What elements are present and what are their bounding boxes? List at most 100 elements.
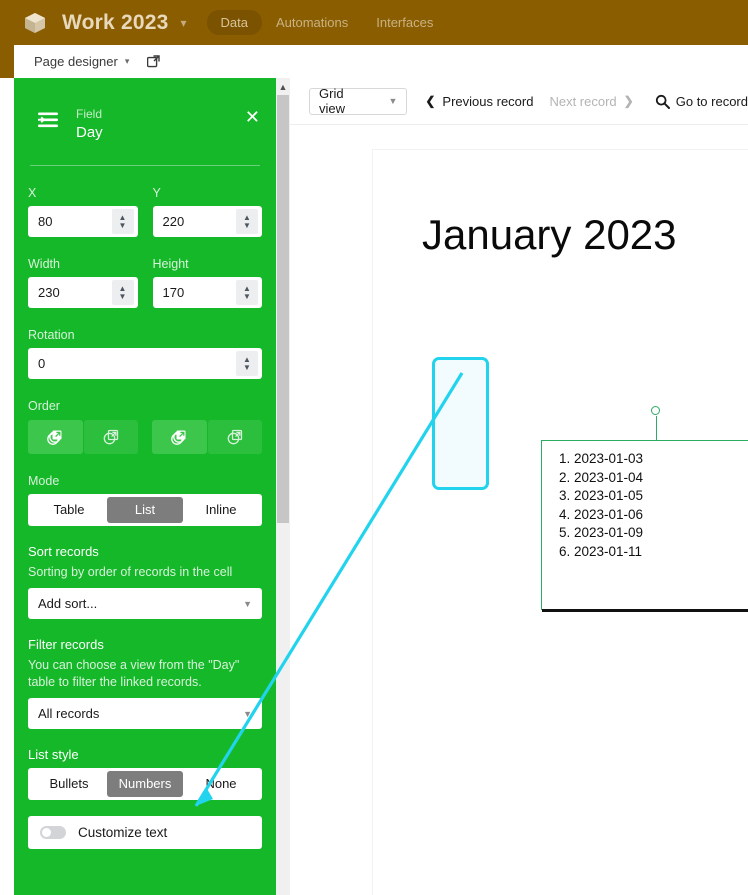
chevron-up-icon[interactable]: ▲ — [276, 78, 290, 95]
list-style-option-none[interactable]: None — [183, 771, 259, 797]
main-content: Grid view ▼ ❮ Previous record Next recor… — [290, 78, 748, 895]
customize-text-row[interactable]: Customize text — [28, 816, 262, 849]
field-properties-panel: Field Day ✕ X 80 ▲ ▼ Y 220 ▲ ▼ Width 230… — [14, 78, 276, 895]
height-label: Height — [152, 257, 189, 271]
next-record-button[interactable]: Next record ❯ — [549, 94, 633, 109]
size-row: Width 230 ▲ ▼ Height 170 ▲ ▼ — [28, 237, 262, 308]
view-select[interactable]: Grid view ▼ — [309, 86, 408, 116]
chevron-down-icon[interactable]: ▾ — [125, 57, 130, 66]
list-item: 2023-01-04 — [574, 469, 643, 488]
height-input[interactable]: 170 ▲ ▼ — [152, 277, 262, 308]
panel-header: Field Day ✕ — [14, 78, 276, 143]
x-value: 80 — [38, 214, 53, 229]
go-to-record-button[interactable]: Go to record — [655, 94, 748, 109]
width-input[interactable]: 230 ▲ ▼ — [28, 277, 138, 308]
list-item: 2023-01-05 — [574, 487, 643, 506]
mode-option-table[interactable]: Table — [31, 497, 107, 523]
sort-records-label: Sort records — [28, 544, 99, 559]
y-input[interactable]: 220 ▲ ▼ — [152, 206, 262, 237]
bring-forward-icon[interactable] — [83, 420, 138, 454]
add-sort-select[interactable]: Add sort... ▼ — [28, 588, 262, 619]
customize-text-toggle[interactable] — [40, 826, 66, 839]
panel-scrollbar[interactable]: ▲ — [276, 78, 290, 895]
y-value: 220 — [162, 214, 185, 229]
height-value: 170 — [162, 285, 185, 300]
chevron-down-icon[interactable]: ▾ — [180, 17, 186, 29]
chevron-down-icon: ▼ — [243, 708, 252, 719]
search-icon — [655, 94, 670, 109]
top-bar: Work 2023 ▾ Data Automations Interfaces — [0, 0, 748, 45]
field-link-icon — [38, 110, 60, 135]
chevron-down-icon: ▼ — [388, 96, 398, 106]
x-input[interactable]: 80 ▲ ▼ — [28, 206, 138, 237]
external-link-icon[interactable] — [147, 55, 161, 68]
cube-icon — [22, 11, 48, 35]
list-style-option-bullets[interactable]: Bullets — [31, 771, 107, 797]
chevron-down-icon: ▼ — [243, 598, 252, 609]
page-title[interactable]: January 2023 — [422, 211, 677, 259]
add-sort-value: Add sort... — [38, 596, 98, 611]
x-stepper[interactable]: ▲ ▼ — [111, 209, 134, 234]
tab-interfaces[interactable]: Interfaces — [362, 10, 447, 35]
list-item: 2023-01-03 — [574, 450, 643, 469]
width-value: 230 — [38, 285, 60, 300]
chevron-right-icon: ❯ — [623, 94, 634, 108]
view-select-value: Grid view — [319, 86, 346, 116]
list-item: 2023-01-11 — [574, 543, 643, 562]
previous-record-label: Previous record — [442, 93, 534, 109]
send-backward-icon[interactable] — [207, 420, 262, 454]
rotation-value: 0 — [38, 356, 46, 371]
top-nav-tabs: Data Automations Interfaces — [206, 10, 448, 35]
send-to-back-icon[interactable] — [152, 420, 207, 454]
list-item: 2023-01-09 — [574, 524, 643, 543]
list-style-segmented-control: Bullets Numbers None — [28, 768, 262, 800]
chevron-left-icon: ❮ — [425, 94, 436, 108]
list-item: 2023-01-06 — [574, 506, 643, 525]
height-stepper[interactable]: ▲ ▼ — [236, 280, 258, 305]
app-title[interactable]: Work 2023 — [62, 11, 168, 35]
record-toolbar: Grid view ▼ ❮ Previous record Next recor… — [290, 78, 748, 125]
panel-field-name: Day — [76, 124, 103, 141]
panel-field-label: Field — [76, 107, 103, 121]
designer-canvas-page[interactable]: January 2023 2023-01-03 2023-01-04 2023-… — [373, 150, 748, 895]
list-content: 2023-01-03 2023-01-04 2023-01-05 2023-01… — [552, 450, 643, 561]
customize-text-label: Customize text — [78, 825, 168, 840]
previous-record-button[interactable]: ❮ Previous record — [425, 94, 533, 109]
scrollbar-thumb[interactable] — [277, 95, 289, 523]
width-label: Width — [28, 257, 60, 271]
mode-label: Mode — [28, 474, 60, 488]
position-row: X 80 ▲ ▼ Y 220 ▲ ▼ — [28, 166, 262, 237]
mode-option-inline[interactable]: Inline — [183, 497, 259, 523]
element-bottom-edge — [542, 609, 748, 612]
x-label: X — [28, 186, 37, 200]
rotation-input[interactable]: 0 ▲ ▼ — [28, 348, 262, 379]
sort-records-help: Sorting by order of records in the cell — [28, 565, 233, 579]
tab-data[interactable]: Data — [206, 10, 262, 35]
tab-automations[interactable]: Automations — [262, 10, 362, 35]
list-style-label: List style — [28, 747, 79, 762]
filter-view-value: All records — [38, 706, 100, 721]
rotation-label: Rotation — [28, 328, 75, 342]
rotation-stepper[interactable]: ▲ ▼ — [236, 351, 258, 376]
order-buttons — [28, 420, 262, 454]
order-label: Order — [28, 399, 60, 413]
annotation-highlight-box — [432, 357, 489, 490]
next-record-label: Next record — [549, 93, 617, 109]
close-icon[interactable]: ✕ — [245, 108, 260, 126]
y-stepper[interactable]: ▲ ▼ — [236, 209, 258, 234]
filter-records-help: You can choose a view from the "Day" tab… — [28, 658, 240, 689]
y-label: Y — [152, 186, 161, 200]
mode-option-list[interactable]: List — [107, 497, 183, 523]
bring-to-front-icon[interactable] — [28, 420, 83, 454]
subbar-left-edge — [0, 45, 14, 78]
filter-records-label: Filter records — [28, 637, 104, 652]
rotate-handle-icon[interactable] — [651, 406, 660, 441]
mode-segmented-control: Table List Inline — [28, 494, 262, 526]
go-to-record-label: Go to record — [675, 93, 748, 109]
list-style-option-numbers[interactable]: Numbers — [107, 771, 183, 797]
page-designer-bar: Page designer ▾ — [14, 45, 748, 78]
width-stepper[interactable]: ▲ ▼ — [111, 280, 134, 305]
page-designer-label[interactable]: Page designer — [34, 54, 118, 69]
selected-list-element[interactable]: 2023-01-03 2023-01-04 2023-01-05 2023-01… — [541, 406, 748, 612]
filter-view-select[interactable]: All records ▼ — [28, 698, 262, 729]
